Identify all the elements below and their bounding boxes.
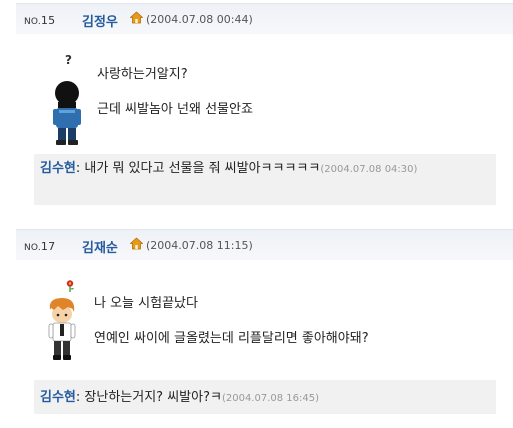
comment-box: 김수현: 내가 뭐 있다고 선물을 줘 씨발아ㅋㅋㅋㅋㅋ(2004.07.08 … [34, 154, 496, 205]
house-icon[interactable] [130, 11, 143, 24]
house-icon[interactable] [130, 237, 143, 250]
author-link[interactable]: 김재순 [82, 237, 118, 256]
post-line: 사랑하는거알지? [97, 67, 188, 82]
comment-text: 김수현: 장난하는거지? 씨발아?ㅋ(2004.07.08 16:45) [40, 390, 320, 405]
commenter-link[interactable]: 김수현 [40, 390, 76, 405]
post-header: NO.17 김재순 (2004.07.08 11:15) [16, 229, 513, 260]
flower-icon [66, 280, 74, 292]
post-line: 연예인 싸이에 글올렸는데 리플달리면 좋아해야돼? [94, 331, 369, 346]
post-header: NO.15 김정우 (2004.07.08 00:44) [16, 3, 513, 34]
comment-text: 김수현: 내가 뭐 있다고 선물을 줘 씨발아ㅋㅋㅋㅋㅋ(2004.07.08 … [40, 161, 418, 176]
post-line: 근데 씨발놈아 넌왜 선물안죠 [97, 102, 253, 117]
author-link[interactable]: 김정우 [82, 11, 118, 30]
avatar-boy-icon [53, 81, 81, 145]
post-line: 나 오늘 시험끝났다 [94, 296, 198, 311]
post-number: NO.17 [24, 240, 56, 253]
comment-date: (2004.07.08 04:30) [320, 164, 418, 175]
post-date: (2004.07.08 11:15) [146, 239, 253, 252]
post-date: (2004.07.08 00:44) [146, 13, 253, 26]
comment-box: 김수현: 장난하는거지? 씨발아?ㅋ(2004.07.08 16:45) [34, 380, 496, 414]
comment-date: (2004.07.08 16:45) [221, 393, 320, 404]
avatar-orange-hair-icon [48, 298, 76, 360]
commenter-link[interactable]: 김수현 [40, 161, 76, 176]
post-number: NO.15 [24, 14, 56, 27]
question-mark-icon: ? [65, 53, 72, 66]
svg-text:?: ? [65, 53, 72, 66]
